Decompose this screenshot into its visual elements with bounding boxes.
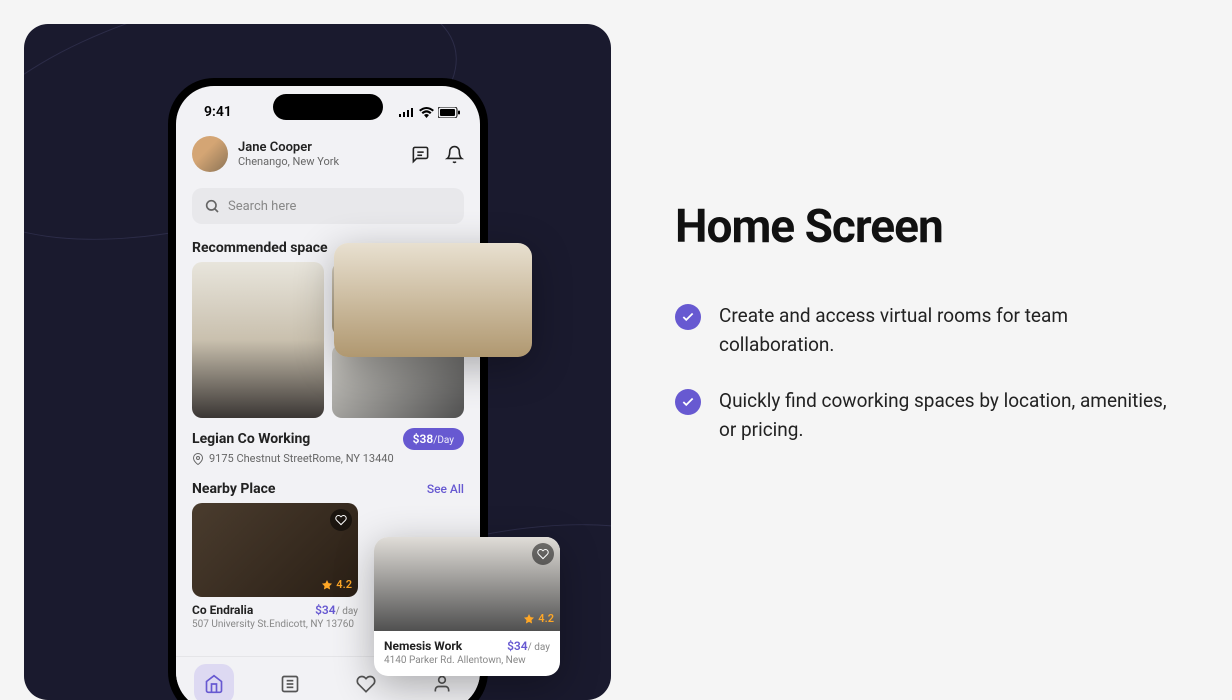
popover-address: 4140 Parker Rd. Allentown, New — [384, 653, 550, 666]
popover-card[interactable]: 4.2 Nemesis Work $34/ day 4140 Parker Rd… — [374, 537, 560, 676]
bell-icon — [445, 145, 464, 164]
bullet-text: Quickly find coworking spaces by locatio… — [719, 387, 1179, 444]
avatar[interactable] — [192, 136, 228, 172]
heart-icon — [537, 548, 549, 560]
battery-icon — [438, 107, 460, 118]
nearby-price: $34/ day — [315, 603, 358, 617]
user-name: Jane Cooper — [238, 140, 400, 155]
nav-home[interactable] — [194, 664, 234, 700]
user-location: Chenango, New York — [238, 155, 400, 168]
app-header: Jane Cooper Chenango, New York — [176, 126, 480, 182]
feature-bullet: Create and access virtual rooms for team… — [675, 302, 1192, 359]
user-info: Jane Cooper Chenango, New York — [238, 140, 400, 168]
nearby-meta: Co Endralia $34/ day — [192, 597, 358, 617]
location-icon — [192, 453, 204, 465]
see-all-link[interactable]: See All — [427, 482, 464, 496]
nearby-name: Co Endralia — [192, 603, 253, 617]
feature-bullet: Quickly find coworking spaces by locatio… — [675, 387, 1192, 444]
popover-price: $34/ day — [507, 639, 550, 653]
favorite-button[interactable] — [330, 509, 352, 531]
wifi-icon — [419, 107, 434, 118]
popover-name: Nemesis Work — [384, 639, 462, 653]
search-input[interactable]: Search here — [192, 188, 464, 224]
page-title: Home Screen — [675, 200, 1192, 254]
notification-button[interactable] — [444, 144, 464, 164]
search-icon — [204, 198, 220, 214]
bullet-text: Create and access virtual rooms for team… — [719, 302, 1179, 359]
check-icon — [675, 304, 701, 330]
info-panel: Home Screen Create and access virtual ro… — [611, 0, 1232, 700]
favorite-button[interactable] — [532, 543, 554, 565]
user-icon — [432, 674, 452, 694]
price-badge: $38/Day — [403, 428, 464, 450]
nearby-header: Nearby Place See All — [176, 471, 480, 503]
popover-card-image: 4.2 — [374, 537, 560, 631]
search-placeholder: Search here — [228, 199, 296, 214]
nearby-image: 4.2 — [192, 503, 358, 597]
star-icon — [321, 579, 333, 591]
nearby-title: Nearby Place — [192, 481, 275, 497]
star-icon — [523, 613, 535, 625]
chat-button[interactable] — [410, 144, 430, 164]
heart-icon — [335, 514, 347, 526]
rating-badge: 4.2 — [321, 578, 352, 591]
popover-image — [334, 243, 532, 357]
recommended-image[interactable] — [192, 262, 324, 418]
listing-address: 9175 Chestnut StreetRome, NY 13440 — [176, 452, 480, 471]
nav-explore[interactable] — [270, 664, 310, 700]
nearby-address: 507 University St.Endicott, NY 13760 — [192, 617, 358, 630]
listing-name: Legian Co Working — [192, 431, 310, 447]
status-icons — [399, 107, 460, 118]
home-icon — [204, 674, 224, 694]
showcase-panel: 9:41 Jane Cooper Chenango, New York — [24, 24, 611, 700]
chat-icon — [411, 145, 430, 164]
signal-icon — [399, 107, 415, 117]
phone-notch — [273, 94, 383, 120]
recommended-listing[interactable]: Legian Co Working $38/Day — [176, 418, 480, 452]
heart-icon — [356, 674, 376, 694]
status-time: 9:41 — [204, 104, 232, 120]
check-icon — [675, 389, 701, 415]
list-icon — [280, 674, 300, 694]
rating-badge: 4.2 — [523, 612, 554, 625]
nearby-card[interactable]: 4.2 Co Endralia $34/ day 507 University … — [192, 503, 358, 630]
